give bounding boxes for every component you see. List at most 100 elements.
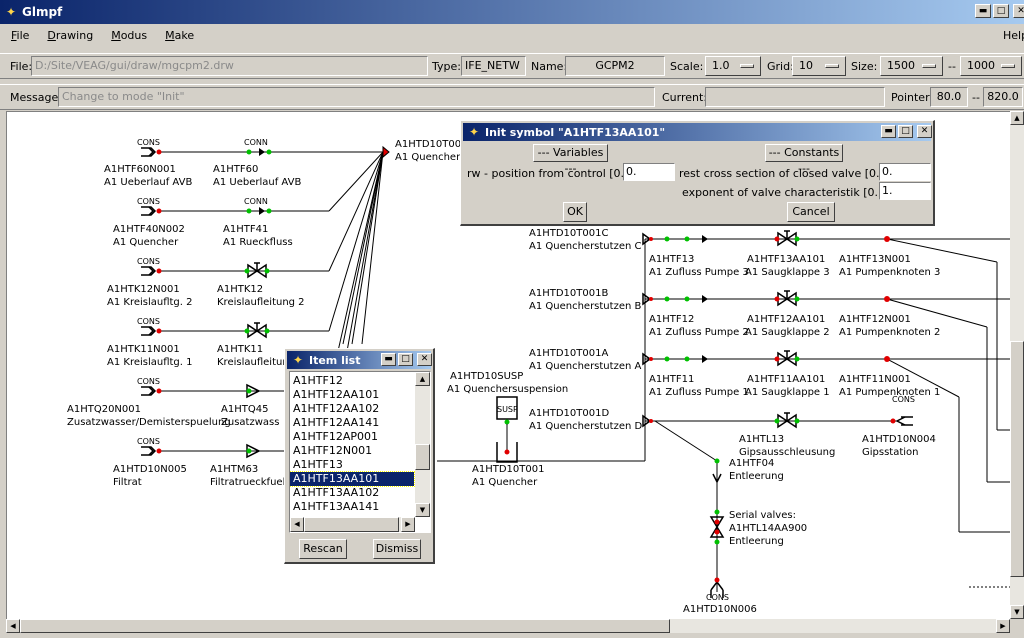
rescan-button[interactable]: Rescan	[299, 539, 347, 559]
maximize-button[interactable]: □	[993, 4, 1009, 18]
diagram-label: A1HTD10T001	[472, 464, 544, 475]
horizontal-scroll-thumb[interactable]	[20, 619, 670, 633]
list-item[interactable]: A1HTF13AA102	[290, 486, 414, 500]
list-item[interactable]: A1HTF12AA102	[290, 402, 414, 416]
diagram-label: A1HTF13	[649, 254, 694, 265]
scroll-up-icon[interactable]: ▲	[415, 372, 430, 386]
diagram-label: Serial valves:	[729, 510, 796, 521]
cons-tag: CONS	[706, 593, 729, 602]
size-width-menu-button[interactable]: 1500	[880, 56, 943, 76]
list-item[interactable]: A1HTF12N001	[290, 444, 414, 458]
diagram-label: A1HTF11N001	[839, 374, 911, 385]
diagram-label: A1HTD10SUSP	[450, 371, 523, 382]
diagram-label: A1HTF11AA101	[747, 374, 825, 385]
diagram-label: A1HTF12N001	[839, 314, 911, 325]
scale-menu-button[interactable]: 1.0	[705, 56, 761, 76]
diagram-label: A1HTD10T001A	[529, 348, 608, 359]
menu-modus[interactable]: Modus	[100, 29, 154, 42]
scroll-right-icon[interactable]: ▶	[401, 517, 415, 532]
item-list-hscroll-thumb[interactable]	[304, 517, 399, 532]
init-symbol-dialog: ✦ Init symbol "A1HTF13AA101" ▬ □ ✕ --- V…	[460, 120, 935, 226]
grid-menu-button[interactable]: 10	[792, 56, 846, 76]
close-button[interactable]: ✕	[917, 125, 932, 138]
diagram-label: A1 Pumpenknoten 2	[839, 327, 940, 338]
size-label: Size:	[851, 60, 878, 73]
scroll-up-icon[interactable]: ▲	[1010, 111, 1024, 125]
list-item[interactable]: A1HTF12	[290, 374, 414, 388]
diagram-label: A1 Ueberlauf AVB	[213, 177, 301, 188]
diagram-label: A1HTF60	[213, 164, 258, 175]
file-path-field[interactable]: D:/Site/VEAG/gui/draw/mgcpm2.drw	[31, 56, 428, 76]
menu-file[interactable]: File	[0, 29, 36, 42]
list-item[interactable]: A1HTF13AA101	[290, 471, 415, 487]
message-label: Message:	[10, 91, 62, 104]
conn-tag: CONN	[244, 138, 268, 147]
variables-button[interactable]: --- Variables ---	[533, 144, 608, 175]
item-list-scroll-thumb[interactable]	[415, 444, 430, 470]
name-field[interactable]: GCPM2	[565, 56, 665, 76]
diagram-label: Zusatzwass	[221, 417, 279, 428]
dismiss-button[interactable]: Dismiss	[373, 539, 421, 559]
rest-cross-section-label: rest cross section of closed valve [0.,.…	[679, 167, 912, 180]
vertical-scrollbar[interactable]: ▲ ▼	[1010, 111, 1024, 619]
list-item[interactable]: A1HTF13	[290, 458, 414, 472]
list-item[interactable]: A1HTF12AP001	[290, 430, 414, 444]
cons-tag: CONS	[137, 317, 160, 326]
horizontal-scrollbar[interactable]: ◀ ▶	[6, 619, 1010, 633]
close-button[interactable]: ✕	[1013, 4, 1024, 18]
feather-icon: ✦	[5, 5, 17, 19]
diagram-label: A1HTF04	[729, 458, 774, 469]
diagram-label: A1 Quencherstutzen B	[529, 301, 641, 312]
init-dialog-title-bar: ✦ Init symbol "A1HTF13AA101" ▬ □ ✕	[463, 123, 932, 141]
feather-icon: ✦	[468, 125, 480, 139]
file-label: File:	[10, 60, 33, 73]
ok-button[interactable]: OK	[563, 202, 587, 222]
list-item[interactable]: A1HTF13AA141	[290, 500, 414, 514]
scroll-left-icon[interactable]: ◀	[6, 619, 20, 633]
item-list-vscroll[interactable]: ▲ ▼	[415, 372, 430, 517]
diagram-label: A1HTD10T001B	[529, 288, 608, 299]
menu-make[interactable]: Make	[154, 29, 201, 42]
menu-drawing[interactable]: Drawing	[36, 29, 100, 42]
rest-cross-section-input[interactable]: 0.	[879, 163, 931, 181]
item-list-hscroll[interactable]: ◀ ▶	[290, 517, 415, 532]
scroll-left-icon[interactable]: ◀	[290, 517, 304, 532]
diagram-label: Filtrat	[113, 477, 142, 488]
maximize-button[interactable]: □	[398, 353, 413, 366]
diagram-label: Entleerung	[729, 471, 784, 482]
diagram-label: A1 Pumpenknoten 1	[839, 387, 940, 398]
current-field	[705, 87, 885, 107]
item-listbox[interactable]: A1HTF12 A1HTF12AA101 A1HTF12AA102 A1HTF12AA…	[289, 371, 431, 533]
diagram-label: A1HTF12	[649, 314, 694, 325]
item-list-title-bar: ✦ Item list ▬ □ ✕	[287, 351, 432, 369]
list-item[interactable]: A1HTF12AA141	[290, 416, 414, 430]
diagram-label: Kreislaufleitun	[217, 357, 289, 368]
menu-help[interactable]: Help	[992, 29, 1024, 42]
scroll-down-icon[interactable]: ▼	[1010, 605, 1024, 619]
diagram-label: A1HTF40N002	[113, 224, 185, 235]
diagram-label: A1 Quencher	[472, 477, 538, 488]
size-height-menu-button[interactable]: 1000	[960, 56, 1022, 76]
scroll-down-icon[interactable]: ▼	[415, 503, 430, 517]
vertical-scroll-thumb[interactable]	[1010, 341, 1024, 577]
name-label: Name:	[531, 60, 568, 73]
cons-tag: CONS	[137, 437, 160, 446]
scroll-right-icon[interactable]: ▶	[996, 619, 1010, 633]
diagram-label: Gipsausschleusung	[739, 447, 835, 458]
exponent-input[interactable]: 1.	[879, 182, 931, 200]
minimize-button[interactable]: ▬	[975, 4, 991, 18]
diagram-label: A1HTF13N001	[839, 254, 911, 265]
minimize-button[interactable]: ▬	[381, 353, 396, 366]
cancel-button[interactable]: Cancel	[787, 202, 835, 222]
list-item[interactable]: A1HTF12AA101	[290, 388, 414, 402]
diagram-label: Gipsstation	[862, 447, 919, 458]
rw-input[interactable]: 0.	[623, 163, 675, 181]
minimize-button[interactable]: ▬	[881, 125, 896, 138]
close-button[interactable]: ✕	[417, 353, 432, 366]
diagram-label: A1 Quencher	[113, 237, 179, 248]
diagram-label: A1HTD10N006	[683, 604, 757, 615]
type-field[interactable]: IFE_NETW	[461, 56, 526, 76]
maximize-button[interactable]: □	[898, 125, 913, 138]
diagram-label: A1HTD10T001C	[529, 228, 608, 239]
constants-button[interactable]: --- Constants ---	[765, 144, 843, 175]
